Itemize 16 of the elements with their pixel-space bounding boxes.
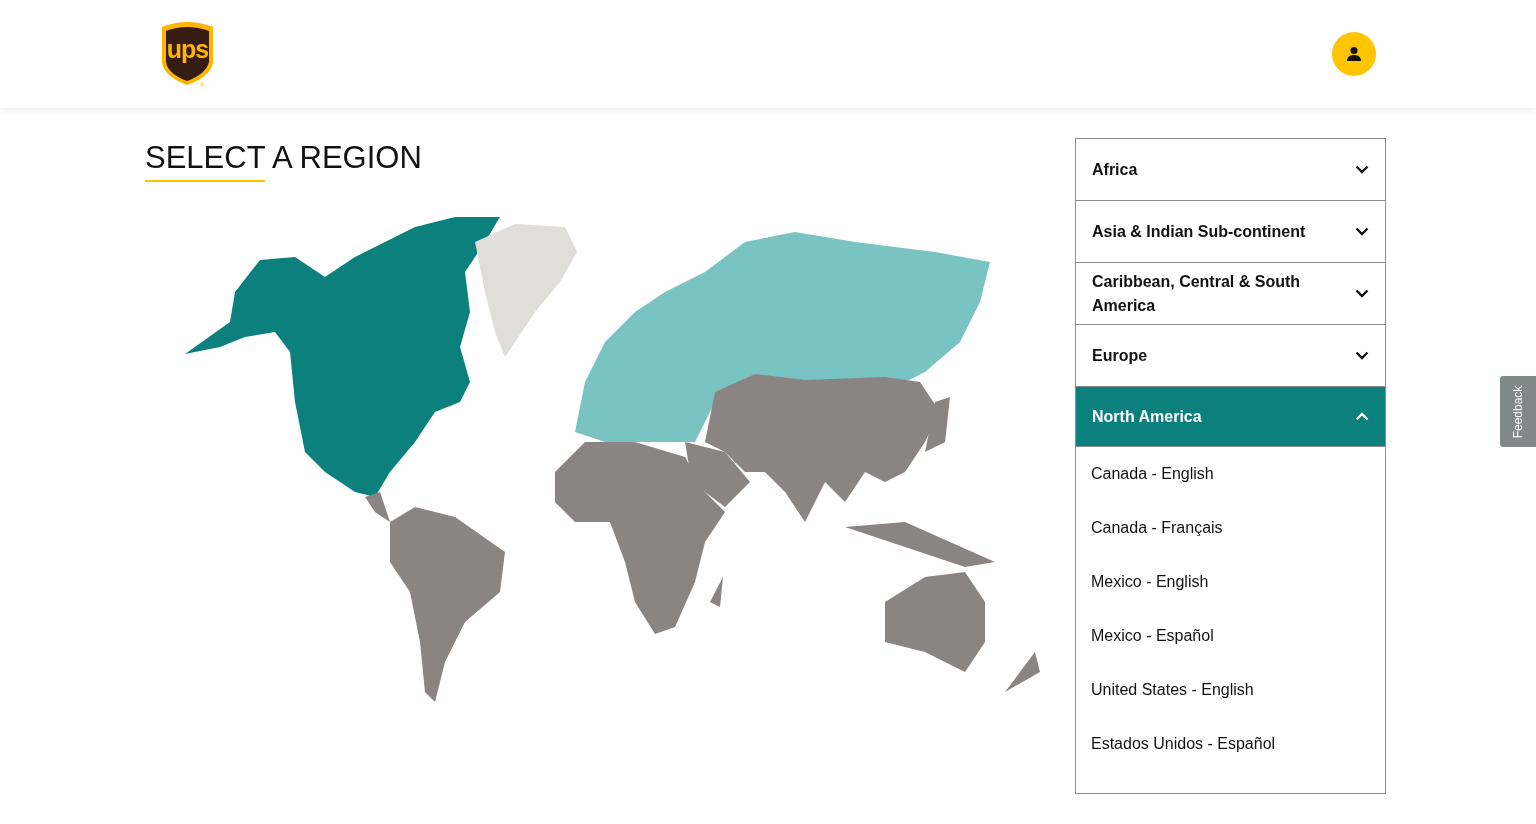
account-button[interactable] — [1332, 32, 1376, 76]
country-link[interactable]: United States - English — [1076, 663, 1269, 717]
chevron-icon — [1355, 165, 1369, 174]
chevron-icon — [1355, 227, 1369, 236]
country-link[interactable]: Mexico - English — [1076, 555, 1224, 609]
country-link[interactable]: Canada - Français — [1076, 501, 1238, 555]
country-link[interactable]: Canada - English — [1076, 447, 1229, 501]
chevron-icon — [1355, 289, 1369, 298]
feedback-tab[interactable]: Feedback — [1500, 376, 1536, 447]
chevron-icon — [1355, 412, 1369, 421]
chevron-icon — [1355, 351, 1369, 360]
page-heading: SELECT A REGION — [145, 139, 423, 177]
country-link[interactable]: Mexico - Español — [1076, 609, 1229, 663]
user-icon — [1346, 46, 1362, 62]
country-link[interactable]: Estados Unidos - Español — [1076, 717, 1291, 771]
accordion-header[interactable]: North America — [1076, 387, 1385, 447]
